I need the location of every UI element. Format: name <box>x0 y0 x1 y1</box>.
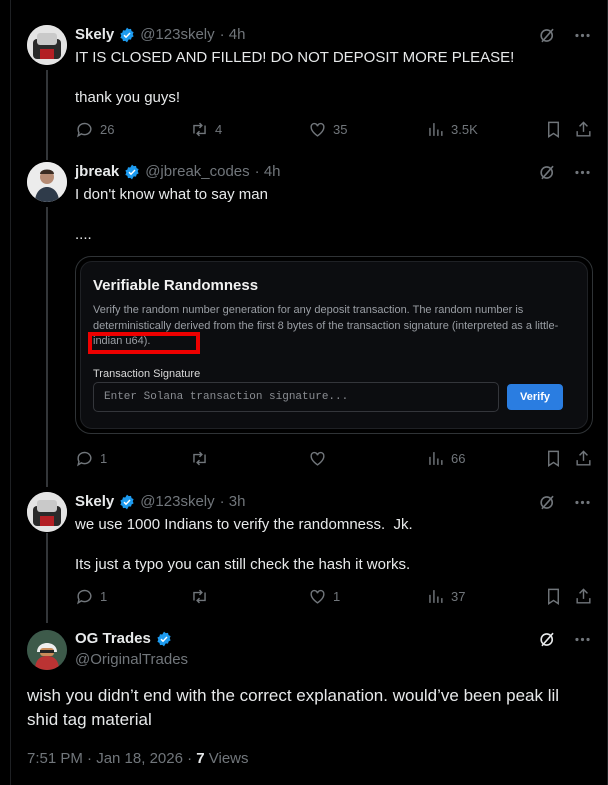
grok-icon[interactable] <box>538 630 557 649</box>
verified-badge-icon <box>157 631 171 646</box>
author-handle[interactable]: @OriginalTrades <box>75 651 188 668</box>
more-icon[interactable] <box>573 630 592 649</box>
post-text: wish you didn’t end with the correct exp… <box>27 686 560 729</box>
views-count: 7 <box>196 750 205 767</box>
views-label: Views <box>204 750 249 767</box>
author-name[interactable]: OG Trades <box>75 630 151 647</box>
column-border-left <box>10 0 11 785</box>
post-timestamp[interactable]: 7:51 PM · Jan 18, 2026 · <box>27 750 196 767</box>
post-meta: 7:51 PM · Jan 18, 2026 · 7 Views <box>27 750 249 767</box>
main-post[interactable]: OG Trades @OriginalTrades wish you didn’… <box>0 0 608 785</box>
avatar[interactable] <box>27 630 67 670</box>
